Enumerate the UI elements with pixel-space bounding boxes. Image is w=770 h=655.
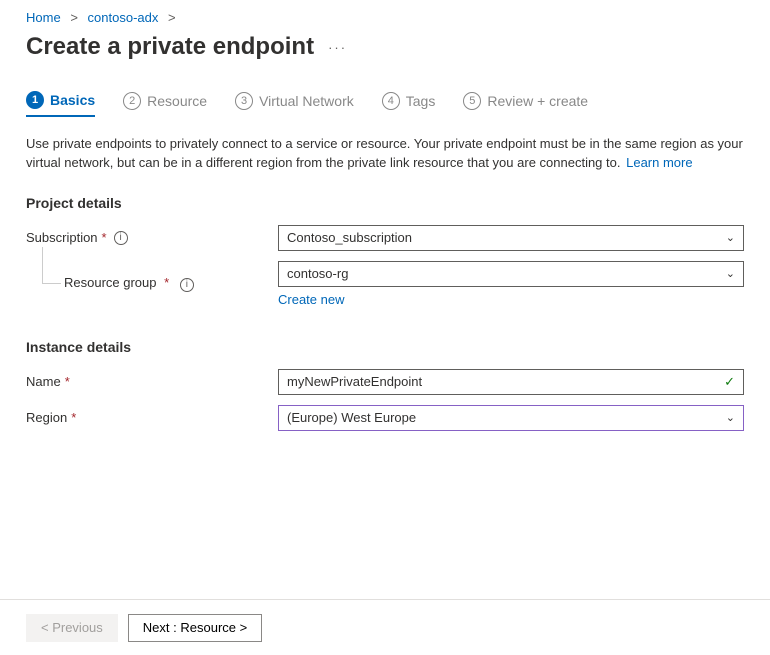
tab-label: Resource [147, 93, 207, 109]
tab-num: 5 [463, 92, 481, 110]
chevron-down-icon: ⌄ [726, 411, 735, 424]
more-actions-icon[interactable]: ··· [328, 40, 347, 55]
resource-group-select[interactable]: contoso-rg ⌄ [278, 261, 744, 287]
tab-virtual-network[interactable]: 3 Virtual Network [235, 92, 354, 116]
tab-num: 2 [123, 92, 141, 110]
tab-resource[interactable]: 2 Resource [123, 92, 207, 116]
resource-group-value: contoso-rg [287, 266, 348, 281]
resource-group-label: Resource group [64, 275, 157, 290]
learn-more-link[interactable]: Learn more [626, 155, 692, 170]
next-button[interactable]: Next : Resource > [128, 614, 262, 642]
check-icon: ✓ [724, 374, 735, 390]
breadcrumb-contoso[interactable]: contoso-adx [88, 10, 159, 25]
info-icon[interactable]: i [114, 231, 128, 245]
subscription-label: Subscription [26, 230, 98, 245]
tabs: 1 Basics 2 Resource 3 Virtual Network 4 … [26, 91, 744, 117]
tab-num: 4 [382, 92, 400, 110]
tab-basics[interactable]: 1 Basics [26, 91, 95, 117]
page-title: Create a private endpoint [26, 33, 314, 61]
region-label: Region [26, 410, 67, 425]
info-icon[interactable]: i [180, 278, 194, 292]
breadcrumb: Home > contoso-adx > [26, 10, 744, 25]
footer: < Previous Next : Resource > [0, 599, 770, 655]
tab-review-create[interactable]: 5 Review + create [463, 92, 588, 116]
breadcrumb-sep: > [70, 10, 78, 25]
tab-num: 3 [235, 92, 253, 110]
subscription-value: Contoso_subscription [287, 230, 412, 245]
breadcrumb-home[interactable]: Home [26, 10, 61, 25]
tab-label: Tags [406, 93, 436, 109]
instance-details-title: Instance details [26, 339, 744, 355]
description: Use private endpoints to privately conne… [26, 135, 744, 173]
required-indicator: * [71, 410, 76, 425]
name-label: Name [26, 374, 61, 389]
required-indicator: * [102, 230, 107, 245]
region-select[interactable]: (Europe) West Europe ⌄ [278, 405, 744, 431]
subscription-select[interactable]: Contoso_subscription ⌄ [278, 225, 744, 251]
chevron-down-icon: ⌄ [726, 267, 735, 280]
previous-button: < Previous [26, 614, 118, 642]
tab-label: Review + create [487, 93, 588, 109]
project-details-title: Project details [26, 195, 744, 211]
name-input[interactable]: myNewPrivateEndpoint ✓ [278, 369, 744, 395]
required-indicator: * [164, 275, 169, 290]
tab-num: 1 [26, 91, 44, 109]
name-value: myNewPrivateEndpoint [287, 374, 422, 389]
tab-label: Basics [50, 92, 95, 108]
chevron-down-icon: ⌄ [726, 231, 735, 244]
required-indicator: * [65, 374, 70, 389]
tab-tags[interactable]: 4 Tags [382, 92, 436, 116]
create-new-link[interactable]: Create new [278, 292, 344, 307]
tab-label: Virtual Network [259, 93, 354, 109]
breadcrumb-sep: > [168, 10, 176, 25]
region-value: (Europe) West Europe [287, 410, 416, 425]
